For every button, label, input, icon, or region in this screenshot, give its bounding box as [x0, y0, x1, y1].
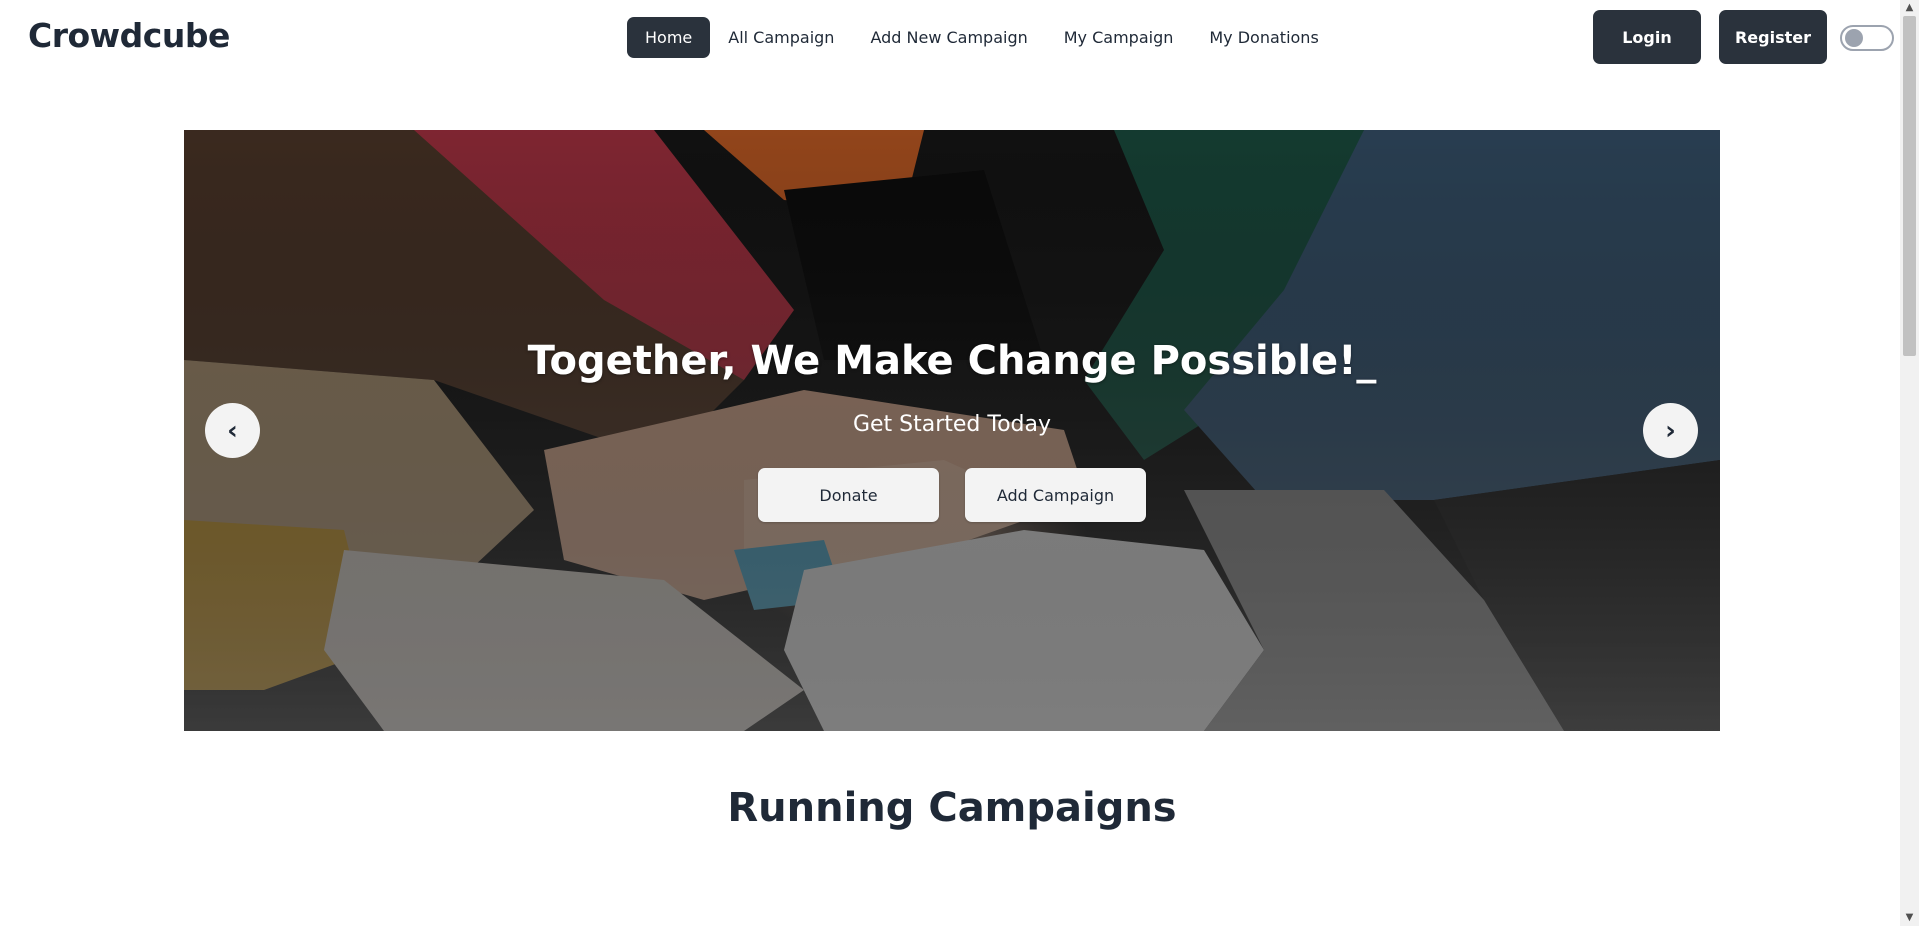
page-scrollbar[interactable]: ▲ ▼ [1900, 0, 1919, 926]
chevron-right-icon: › [1665, 415, 1676, 446]
hero-subtitle: Get Started Today [852, 412, 1052, 437]
navbar: Crowdcube Home All Campaign Add New Camp… [0, 0, 1900, 78]
nav-item-my-campaign[interactable]: My Campaign [1046, 17, 1192, 58]
nav-item-home[interactable]: Home [627, 17, 711, 58]
nav-item-my-donations[interactable]: My Donations [1191, 17, 1336, 58]
brand-logo[interactable]: Crowdcube [28, 16, 230, 55]
scroll-down-icon[interactable]: ▼ [1900, 910, 1919, 926]
register-button[interactable]: Register [1719, 10, 1827, 64]
hero-carousel: Together, We Make Change Possible!_ Get … [184, 130, 1720, 731]
carousel-next-button[interactable]: › [1643, 403, 1698, 458]
scroll-up-icon[interactable]: ▲ [1900, 0, 1919, 16]
carousel-prev-button[interactable]: ‹ [205, 403, 260, 458]
theme-toggle[interactable] [1840, 25, 1894, 51]
add-campaign-button[interactable]: Add Campaign [965, 468, 1146, 522]
chevron-left-icon: ‹ [227, 415, 238, 446]
running-campaigns-title: Running Campaigns [727, 785, 1177, 831]
hero-title: Together, We Make Change Possible!_ [527, 338, 1377, 384]
hero-content: Together, We Make Change Possible!_ Get … [184, 130, 1720, 731]
login-button[interactable]: Login [1593, 10, 1701, 64]
nav-menu: Home All Campaign Add New Campaign My Ca… [627, 17, 1337, 58]
scroll-thumb[interactable] [1903, 16, 1916, 356]
donate-button[interactable]: Donate [758, 468, 939, 522]
toggle-knob [1845, 29, 1863, 47]
nav-item-add-new-campaign[interactable]: Add New Campaign [852, 17, 1045, 58]
nav-item-all-campaign[interactable]: All Campaign [710, 17, 852, 58]
